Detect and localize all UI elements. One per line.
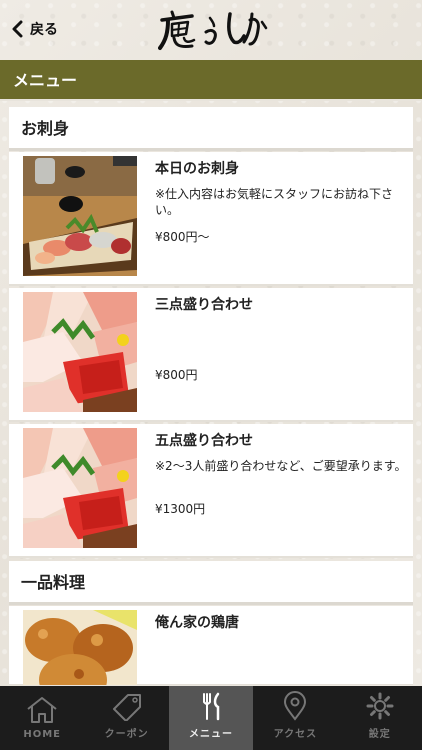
section-header-ippin: 一品料理 [9,561,413,605]
menu-list[interactable]: お刺身 本日のお刺身 ※仕入内容はお気軽にスタッフにお訪ね下さい。 ¥800円〜… [0,103,422,685]
tab-coupon[interactable]: クーポン [84,686,168,750]
menu-item[interactable]: 俺ん家の鶏唐 [9,606,413,685]
tab-bar: HOME クーポン メニュー アクセス 設定 [0,686,422,750]
menu-item[interactable]: 五点盛り合わせ ※2〜3人前盛り合わせなど、ご要望承ります。 ¥1300円 [9,424,413,558]
item-photo [23,292,137,412]
item-photo [23,610,137,685]
tab-label: HOME [23,729,62,740]
logo [158,10,268,50]
fork-knife-icon [202,692,220,721]
item-price: ¥800円〜 [155,230,210,244]
page-title: メニュー [0,60,422,101]
section-header-sashimi: お刺身 [9,107,413,151]
item-price: ¥1300円 [155,502,206,516]
item-photo [23,156,137,276]
coupon-icon [112,694,141,721]
menu-item[interactable]: 三点盛り合わせ ¥800円 [9,288,413,422]
item-name: 五点盛り合わせ [155,433,253,449]
item-name: 本日のお刺身 [155,161,239,177]
tab-home[interactable]: HOME [0,686,84,750]
tab-settings[interactable]: 設定 [338,686,422,750]
tab-label: メニュー [188,729,233,740]
map-pin-icon [284,691,307,721]
item-description: ※2〜3人前盛り合わせなど、ご要望承ります。 [155,459,407,473]
header: 戻る [0,0,422,60]
tab-label: クーポン [104,729,149,740]
home-icon [27,697,57,723]
back-label: 戻る [30,22,58,38]
back-button[interactable]: 戻る [10,16,58,42]
item-photo [23,428,137,548]
tab-label: 設定 [368,729,391,740]
menu-item[interactable]: 本日のお刺身 ※仕入内容はお気軽にスタッフにお訪ね下さい。 ¥800円〜 [9,152,413,286]
item-name: 三点盛り合わせ [155,297,253,313]
tab-menu[interactable]: メニュー [168,686,254,750]
item-price: ¥800円 [155,368,198,382]
item-name: 俺ん家の鶏唐 [155,615,239,631]
tab-access[interactable]: アクセス [253,686,337,750]
item-description: ※仕入内容はお気軽にスタッフにお訪ね下さい。 [155,187,394,217]
gear-icon [366,692,394,720]
chevron-left-icon [12,20,23,38]
tab-label: アクセス [273,729,318,740]
